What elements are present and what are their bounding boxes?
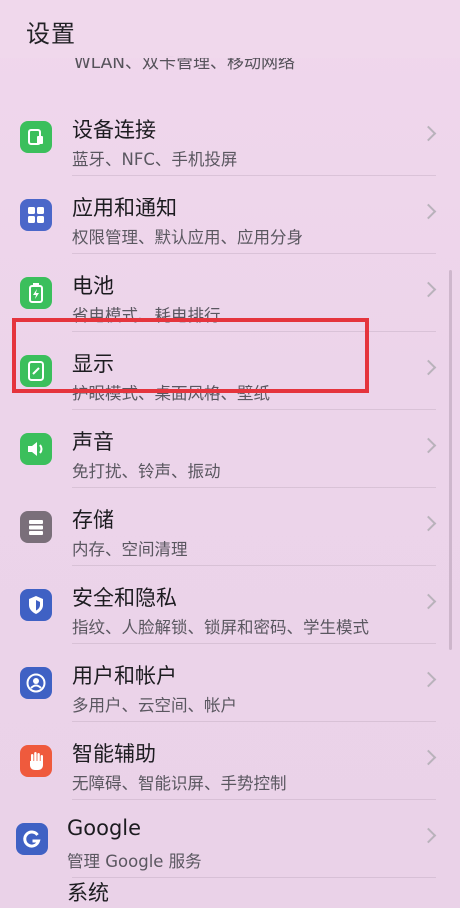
chevron-right-icon <box>420 671 437 688</box>
item-subtitle: 内存、空间清理 <box>72 540 188 559</box>
settings-item-storage[interactable]: 存储 内存、空间清理 <box>0 488 460 566</box>
hand-icon <box>20 745 52 777</box>
item-title: 安全和隐私 <box>72 586 177 610</box>
device-connect-icon <box>20 121 52 153</box>
chevron-right-icon <box>420 827 437 844</box>
item-subtitle: 权限管理、默认应用、应用分身 <box>72 228 303 247</box>
settings-item-security-privacy[interactable]: 安全和隐私 指纹、人脸解锁、锁屏和密码、学生模式 <box>0 566 460 644</box>
item-subtitle: 多用户、云空间、帐户 <box>72 696 237 715</box>
battery-icon <box>20 277 52 309</box>
settings-item-smart-assistance[interactable]: 智能辅助 无障碍、智能识屏、手势控制 <box>0 722 460 800</box>
item-subtitle: 无障碍、智能识屏、手势控制 <box>72 774 287 793</box>
apps-grid-icon <box>20 199 52 231</box>
item-subtitle: 管理 Google 服务 <box>67 852 202 871</box>
item-title: 电池 <box>72 274 114 298</box>
chevron-right-icon <box>420 437 437 454</box>
item-title: 智能辅助 <box>72 742 156 766</box>
settings-item-apps-notifications[interactable]: 应用和通知 权限管理、默认应用、应用分身 <box>0 176 460 254</box>
item-title: 存储 <box>72 508 114 532</box>
chevron-right-icon <box>420 203 437 220</box>
divider <box>72 877 436 878</box>
storage-icon <box>20 511 52 543</box>
google-icon <box>16 823 48 855</box>
item-subtitle: 指纹、人脸解锁、锁屏和密码、学生模式 <box>72 618 369 637</box>
settings-item-google[interactable]: Google 管理 Google 服务 <box>0 800 460 878</box>
user-icon <box>20 667 52 699</box>
item-title: Google <box>67 816 142 840</box>
settings-item-system[interactable]: 系统 <box>67 877 109 907</box>
page-title: 设置 <box>26 20 76 48</box>
chevron-right-icon <box>420 359 437 376</box>
scrollbar[interactable] <box>449 270 452 650</box>
settings-item-users-accounts[interactable]: 用户和帐户 多用户、云空间、帐户 <box>0 644 460 722</box>
highlight-box <box>12 318 369 393</box>
top-bar: 设置 <box>0 0 460 58</box>
item-title: 声音 <box>72 430 114 454</box>
item-subtitle: 免打扰、铃声、振动 <box>72 462 221 481</box>
chevron-right-icon <box>420 515 437 532</box>
chevron-right-icon <box>420 281 437 298</box>
chevron-right-icon <box>420 125 437 142</box>
item-title: 设备连接 <box>72 118 156 142</box>
settings-item-device-connection[interactable]: 设备连接 蓝牙、NFC、手机投屏 <box>0 98 460 176</box>
item-title: 用户和帐户 <box>72 664 177 688</box>
shield-icon <box>20 589 52 621</box>
chevron-right-icon <box>420 749 437 766</box>
speaker-icon <box>20 433 52 465</box>
chevron-right-icon <box>420 593 437 610</box>
item-subtitle: 蓝牙、NFC、手机投屏 <box>72 150 238 169</box>
item-title: 应用和通知 <box>72 196 177 220</box>
settings-item-sound[interactable]: 声音 免打扰、铃声、振动 <box>0 410 460 488</box>
